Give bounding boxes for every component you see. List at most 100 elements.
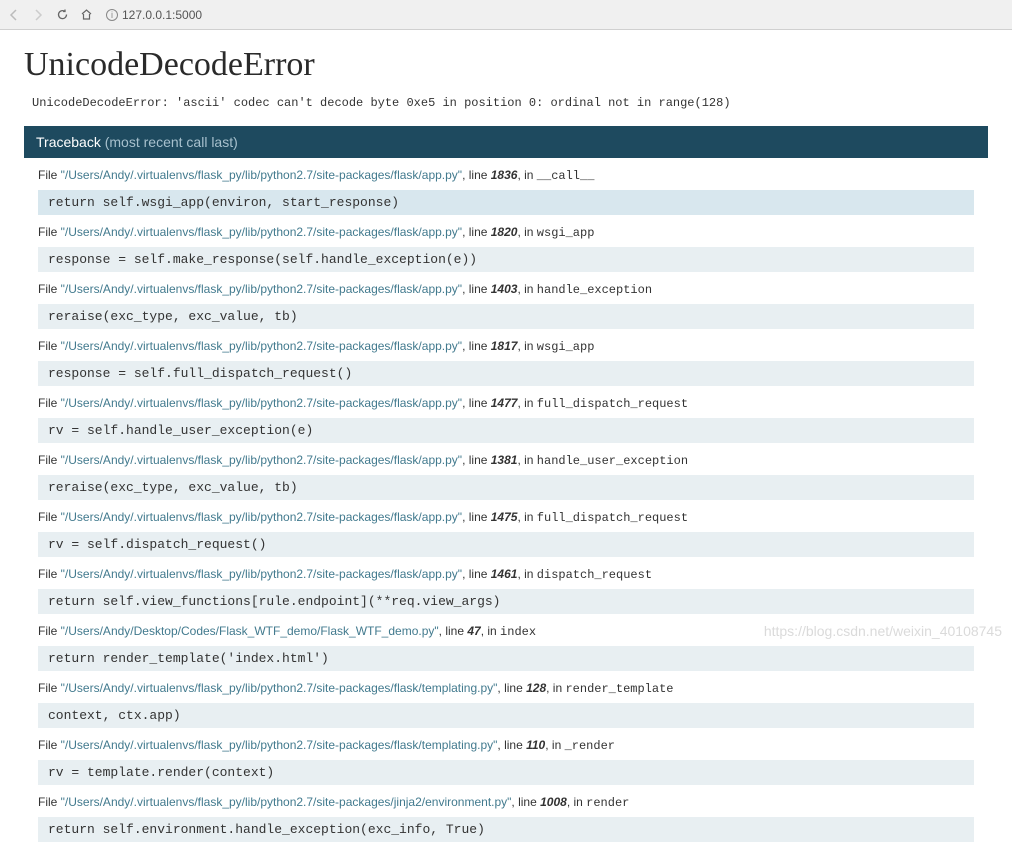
function-name: full_dispatch_request — [537, 397, 688, 411]
line-prefix: , line — [462, 396, 491, 410]
traceback-frame[interactable]: File "/Users/Andy/.virtualenvs/flask_py/… — [24, 728, 988, 785]
frame-location: File "/Users/Andy/.virtualenvs/flask_py/… — [38, 221, 974, 244]
line-number: 1817 — [491, 339, 518, 353]
code-line[interactable]: rv = self.handle_user_exception(e) — [38, 418, 974, 443]
line-prefix: , line — [511, 795, 540, 809]
line-number: 1836 — [491, 168, 518, 182]
line-number: 110 — [526, 738, 545, 752]
line-number: 1461 — [491, 567, 518, 581]
in-prefix: , in — [517, 168, 536, 182]
file-prefix: File — [38, 510, 61, 524]
line-number: 1008 — [540, 795, 567, 809]
in-prefix: , in — [481, 624, 500, 638]
code-line[interactable]: return self.wsgi_app(environ, start_resp… — [38, 190, 974, 215]
file-path: "/Users/Andy/.virtualenvs/flask_py/lib/p… — [61, 795, 512, 809]
file-prefix: File — [38, 567, 61, 581]
file-prefix: File — [38, 225, 61, 239]
code-line[interactable]: return self.view_functions[rule.endpoint… — [38, 589, 974, 614]
function-name: render_template — [565, 682, 673, 696]
function-name: handle_user_exception — [537, 454, 688, 468]
frame-location: File "/Users/Andy/.virtualenvs/flask_py/… — [38, 449, 974, 472]
line-prefix: , line — [462, 225, 491, 239]
function-name: render — [586, 796, 629, 810]
url-text: 127.0.0.1:5000 — [122, 8, 202, 22]
line-prefix: , line — [462, 453, 491, 467]
traceback-label: Traceback — [36, 134, 101, 150]
nav-forward-button[interactable] — [30, 7, 46, 23]
traceback-frame[interactable]: File "/Users/Andy/.virtualenvs/flask_py/… — [24, 215, 988, 272]
function-name: full_dispatch_request — [537, 511, 688, 525]
url-bar[interactable]: i 127.0.0.1:5000 — [102, 6, 1006, 24]
file-path: "/Users/Andy/.virtualenvs/flask_py/lib/p… — [61, 282, 462, 296]
traceback-frame[interactable]: File "/Users/Andy/.virtualenvs/flask_py/… — [24, 785, 988, 842]
file-path: "/Users/Andy/.virtualenvs/flask_py/lib/p… — [61, 567, 462, 581]
code-line[interactable]: reraise(exc_type, exc_value, tb) — [38, 475, 974, 500]
nav-reload-button[interactable] — [54, 7, 70, 23]
code-line[interactable]: return self.environment.handle_exception… — [38, 817, 974, 842]
home-icon — [80, 8, 93, 21]
arrow-left-icon — [8, 9, 20, 21]
frame-location: File "/Users/Andy/.virtualenvs/flask_py/… — [38, 677, 974, 700]
file-prefix: File — [38, 168, 61, 182]
code-line[interactable]: reraise(exc_type, exc_value, tb) — [38, 304, 974, 329]
line-number: 47 — [467, 624, 480, 638]
code-line[interactable]: context, ctx.app) — [38, 703, 974, 728]
frame-location: File "/Users/Andy/.virtualenvs/flask_py/… — [38, 278, 974, 301]
code-line[interactable]: response = self.full_dispatch_request() — [38, 361, 974, 386]
file-path: "/Users/Andy/.virtualenvs/flask_py/lib/p… — [61, 681, 498, 695]
in-prefix: , in — [546, 681, 565, 695]
line-prefix: , line — [439, 624, 468, 638]
traceback-frame[interactable]: File "/Users/Andy/.virtualenvs/flask_py/… — [24, 557, 988, 614]
line-prefix: , line — [462, 510, 491, 524]
frame-location: File "/Users/Andy/Desktop/Codes/Flask_WT… — [38, 620, 974, 643]
reload-icon — [56, 8, 69, 21]
code-line[interactable]: rv = self.dispatch_request() — [38, 532, 974, 557]
file-prefix: File — [38, 795, 61, 809]
in-prefix: , in — [517, 453, 536, 467]
nav-back-button[interactable] — [6, 7, 22, 23]
traceback-frame[interactable]: File "/Users/Andy/.virtualenvs/flask_py/… — [24, 158, 988, 215]
in-prefix: , in — [517, 282, 536, 296]
file-path: "/Users/Andy/.virtualenvs/flask_py/lib/p… — [61, 225, 462, 239]
traceback-frame[interactable]: File "/Users/Andy/.virtualenvs/flask_py/… — [24, 386, 988, 443]
file-prefix: File — [38, 282, 61, 296]
function-name: __call__ — [537, 169, 595, 183]
function-name: handle_exception — [537, 283, 652, 297]
line-prefix: , line — [497, 681, 526, 695]
in-prefix: , in — [517, 339, 536, 353]
arrow-right-icon — [32, 9, 44, 21]
page-content: UnicodeDecodeError UnicodeDecodeError: '… — [0, 30, 1012, 858]
line-number: 1477 — [491, 396, 518, 410]
traceback-header: Traceback (most recent call last) — [24, 126, 988, 158]
file-path: "/Users/Andy/.virtualenvs/flask_py/lib/p… — [61, 339, 462, 353]
function-name: _render — [565, 739, 615, 753]
file-path: "/Users/Andy/.virtualenvs/flask_py/lib/p… — [61, 453, 462, 467]
code-line[interactable]: response = self.make_response(self.handl… — [38, 247, 974, 272]
in-prefix: , in — [517, 567, 536, 581]
nav-home-button[interactable] — [78, 7, 94, 23]
in-prefix: , in — [517, 396, 536, 410]
file-path: "/Users/Andy/.virtualenvs/flask_py/lib/p… — [61, 738, 498, 752]
file-path: "/Users/Andy/.virtualenvs/flask_py/lib/p… — [61, 510, 462, 524]
traceback-frame[interactable]: File "/Users/Andy/.virtualenvs/flask_py/… — [24, 272, 988, 329]
frame-location: File "/Users/Andy/.virtualenvs/flask_py/… — [38, 164, 974, 187]
frame-location: File "/Users/Andy/.virtualenvs/flask_py/… — [38, 392, 974, 415]
frame-location: File "/Users/Andy/.virtualenvs/flask_py/… — [38, 506, 974, 529]
traceback-frame[interactable]: File "/Users/Andy/.virtualenvs/flask_py/… — [24, 443, 988, 500]
file-prefix: File — [38, 396, 61, 410]
code-line[interactable]: return render_template('index.html') — [38, 646, 974, 671]
traceback-frame[interactable]: File "/Users/Andy/.virtualenvs/flask_py/… — [24, 329, 988, 386]
traceback-frame[interactable]: File "/Users/Andy/.virtualenvs/flask_py/… — [24, 500, 988, 557]
code-line[interactable]: rv = template.render(context) — [38, 760, 974, 785]
file-prefix: File — [38, 339, 61, 353]
file-prefix: File — [38, 624, 61, 638]
function-name: wsgi_app — [537, 226, 595, 240]
traceback-frame[interactable]: File "/Users/Andy/Desktop/Codes/Flask_WT… — [24, 614, 988, 671]
info-icon: i — [106, 9, 118, 21]
frame-location: File "/Users/Andy/.virtualenvs/flask_py/… — [38, 335, 974, 358]
file-path: "/Users/Andy/Desktop/Codes/Flask_WTF_dem… — [61, 624, 439, 638]
traceback-frame[interactable]: File "/Users/Andy/.virtualenvs/flask_py/… — [24, 671, 988, 728]
traceback-sublabel: (most recent call last) — [105, 134, 238, 150]
frame-location: File "/Users/Andy/.virtualenvs/flask_py/… — [38, 791, 974, 814]
function-name: wsgi_app — [537, 340, 595, 354]
